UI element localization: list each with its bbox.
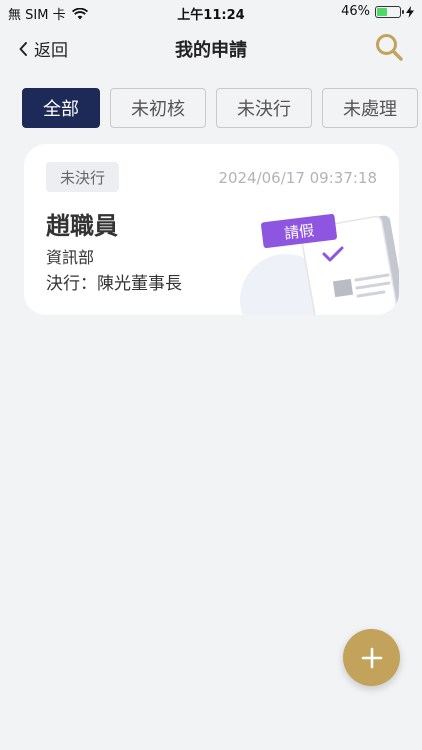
- request-card[interactable]: 未決行 2024/06/17 09:37:18 趙職員 資訊部 決行：陳光董事長…: [24, 144, 399, 315]
- plus-icon: [361, 647, 382, 668]
- request-timestamp: 2024/06/17 09:37:18: [218, 169, 377, 187]
- search-icon: [376, 34, 403, 61]
- tab-pending-approval[interactable]: 未決行: [216, 88, 312, 128]
- nav-bar: 返回 我的申請: [0, 28, 422, 68]
- tab-all[interactable]: 全部: [22, 88, 100, 128]
- status-bar: 無 SIM 卡 上午11:24 46%: [0, 0, 422, 24]
- status-badge: 未決行: [46, 162, 120, 192]
- approver-label: 決行：陳光董事長: [46, 274, 182, 294]
- battery-group: 46%: [341, 4, 414, 19]
- add-request-button[interactable]: [343, 629, 400, 686]
- bolt-icon: [406, 5, 414, 18]
- battery-icon: [375, 5, 404, 18]
- page-title: 我的申請: [175, 40, 247, 61]
- search-button[interactable]: [374, 32, 404, 62]
- battery-percent: 46%: [341, 4, 370, 19]
- applicant-department: 資訊部: [46, 248, 95, 267]
- tab-unprocessed[interactable]: 未處理: [322, 88, 418, 128]
- filter-tabs: 全部 未初核 未決行 未處理: [22, 88, 418, 128]
- applicant-name: 趙職員: [46, 212, 118, 240]
- battery-level: [377, 7, 388, 16]
- tab-pending-review[interactable]: 未初核: [110, 88, 206, 128]
